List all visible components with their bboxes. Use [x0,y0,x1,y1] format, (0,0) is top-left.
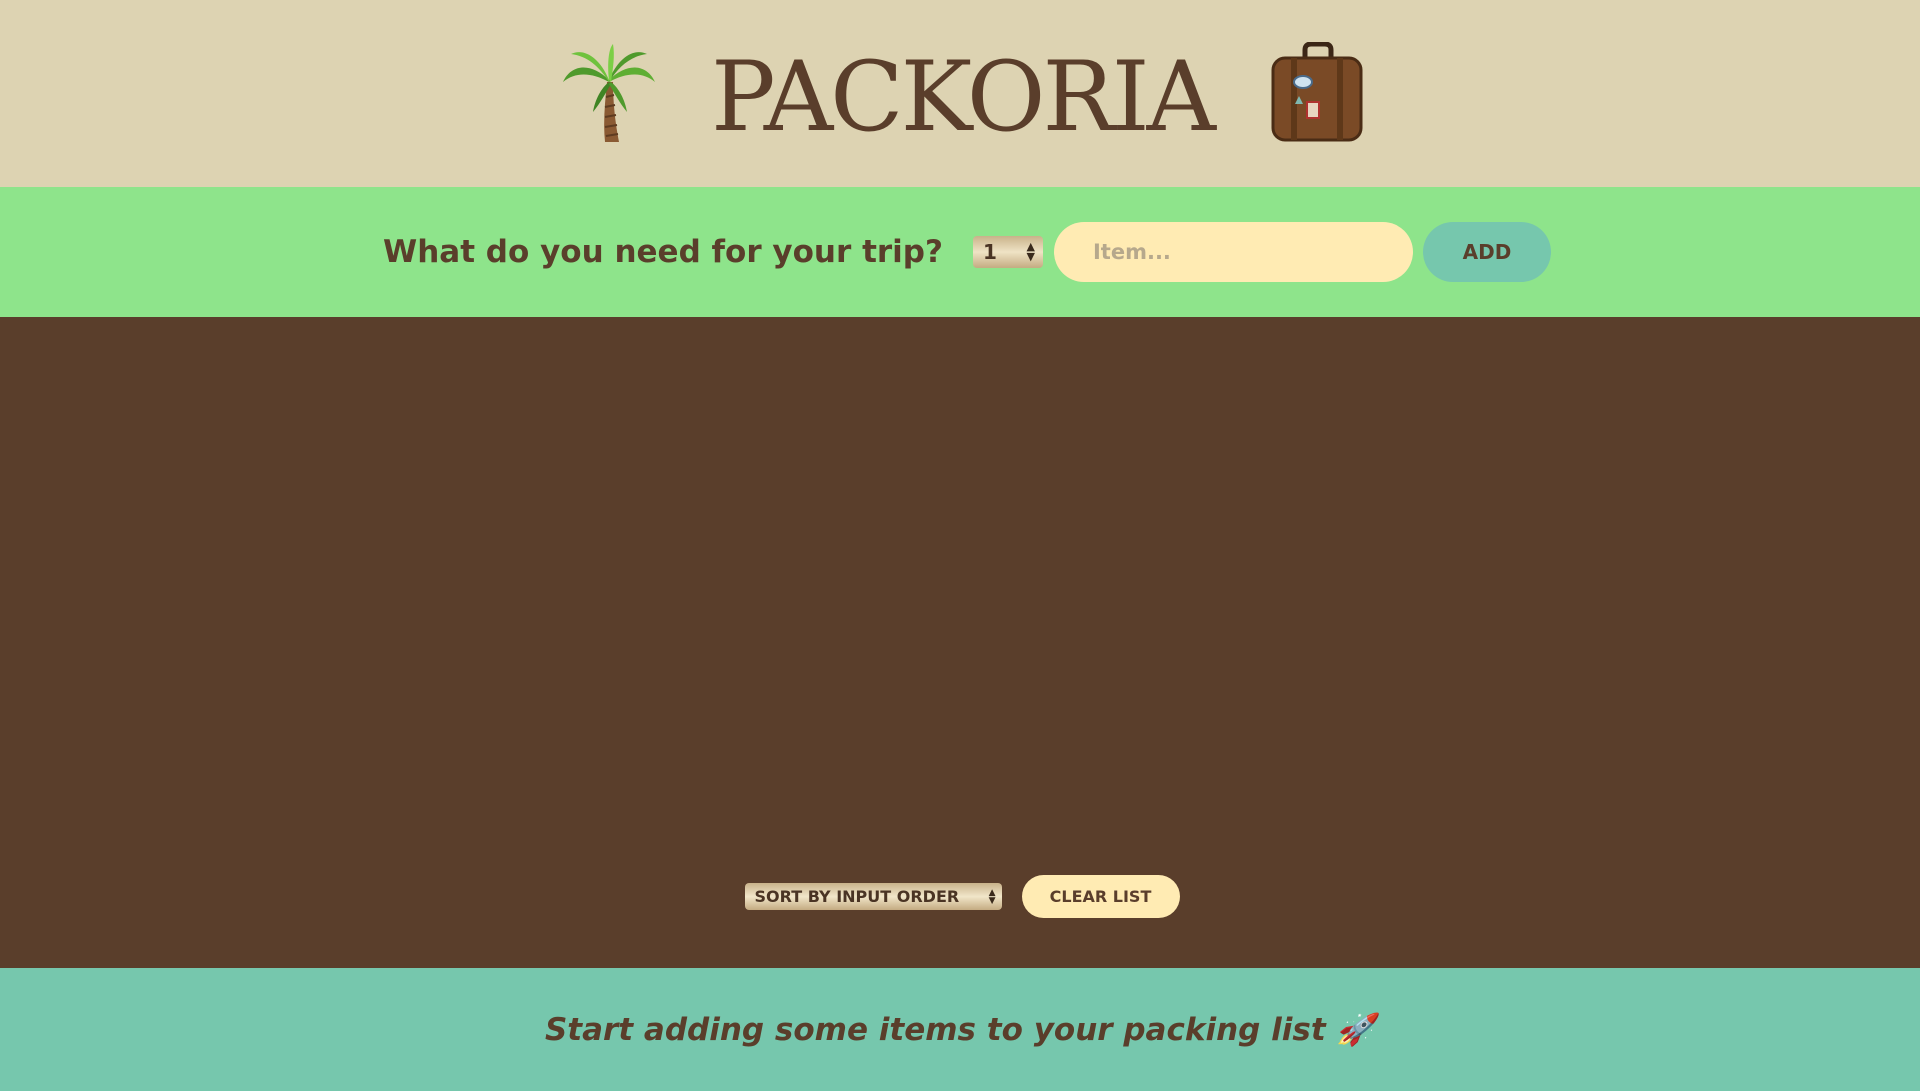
stats-footer: Start adding some items to your packing … [0,968,1920,1091]
list-actions: SORT BY INPUT ORDER ▲ ▼ CLEAR LIST [744,875,1180,918]
app-header: PACKORIA [0,0,1920,187]
clear-list-button[interactable]: CLEAR LIST [1021,875,1180,918]
quantity-value: 1 [982,240,997,264]
select-arrows-icon: ▲ ▼ [988,887,996,906]
item-input[interactable] [1053,222,1413,282]
add-button[interactable]: ADD [1422,222,1551,282]
select-arrows-icon: ▲ ▼ [1026,240,1035,263]
suitcase-icon [1267,41,1367,146]
sort-value: SORT BY INPUT ORDER [754,887,960,906]
packing-list: SORT BY INPUT ORDER ▲ ▼ CLEAR LIST [0,317,1920,968]
app-title: PACKORIA [711,40,1216,153]
palm-tree-icon [561,42,657,146]
form-question: What do you need for your trip? [383,234,943,270]
add-item-form: What do you need for your trip? 1 ▲▼ ADD [0,187,1920,317]
stats-message: Start adding some items to your packing … [544,1012,1376,1048]
sort-select[interactable]: SORT BY INPUT ORDER ▲ ▼ [744,883,1002,910]
quantity-select[interactable]: 1 ▲ ▼ [972,236,1043,268]
